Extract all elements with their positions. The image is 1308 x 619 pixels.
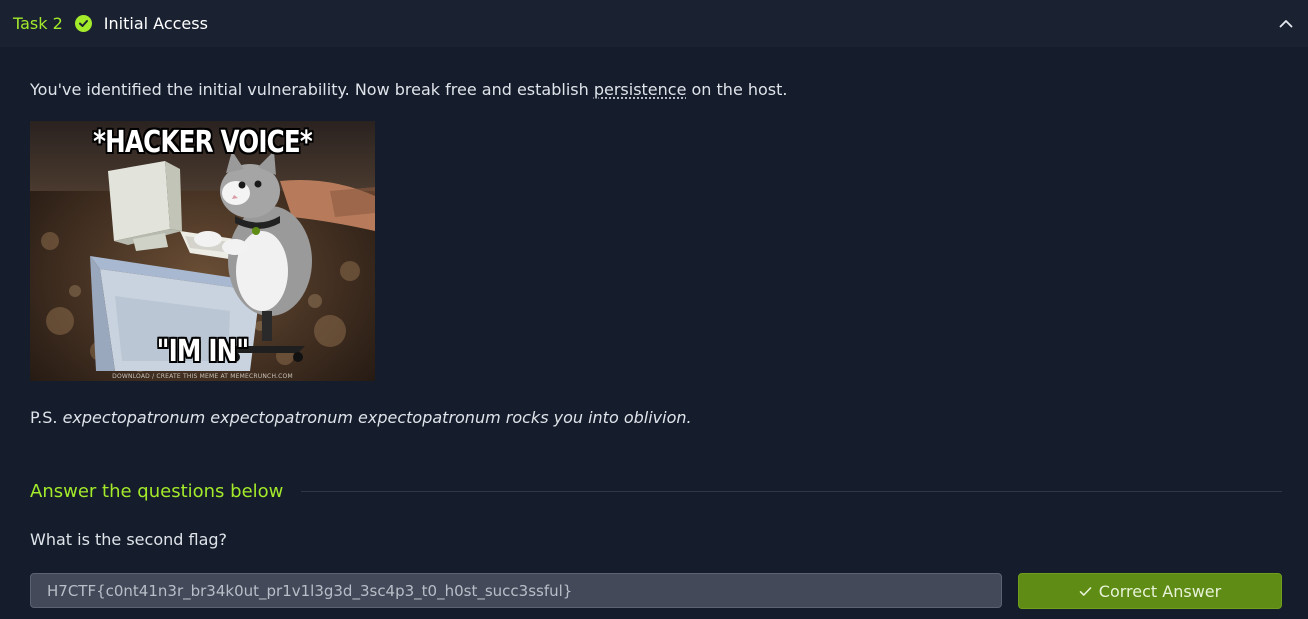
meme-top-caption: *HACKER VOICE*: [93, 125, 313, 160]
persistence-abbr[interactable]: persistence: [594, 80, 687, 99]
task-number: Task 2: [13, 14, 63, 33]
answer-section-heading: Answer the questions below: [30, 481, 284, 502]
task-title: Initial Access: [103, 14, 208, 33]
description-text-before: You've identified the initial vulnerabil…: [30, 80, 594, 99]
checkmark-icon: [1079, 586, 1092, 597]
meme-credit-text: DOWNLOAD / CREATE THIS MEME AT MEMECRUNC…: [112, 373, 293, 380]
task-description: You've identified the initial vulnerabil…: [30, 80, 788, 99]
task-header[interactable]: Task 2 Initial Access: [0, 0, 1308, 47]
answer-input[interactable]: [30, 573, 1002, 608]
description-text-after: on the host.: [686, 80, 788, 99]
question-text: What is the second flag?: [30, 530, 228, 549]
meme-bottom-caption: "IM IN": [156, 334, 250, 369]
chevron-up-icon[interactable]: [1278, 15, 1294, 31]
correct-answer-button[interactable]: Correct Answer: [1018, 573, 1282, 609]
hacker-cat-meme-image: *HACKER VOICE* "IM IN" DOWNLOAD / CREATE…: [30, 121, 375, 381]
section-divider: [301, 491, 1282, 492]
check-circle-icon: [74, 15, 92, 32]
ps-italic-text: expectopatronum expectopatronum expectop…: [62, 408, 692, 427]
correct-answer-label: Correct Answer: [1098, 581, 1222, 601]
ps-prefix: P.S.: [30, 408, 63, 427]
ps-note: P.S. expectopatronum expectopatronum exp…: [30, 408, 692, 427]
answer-section-header: Answer the questions below: [30, 481, 1282, 502]
